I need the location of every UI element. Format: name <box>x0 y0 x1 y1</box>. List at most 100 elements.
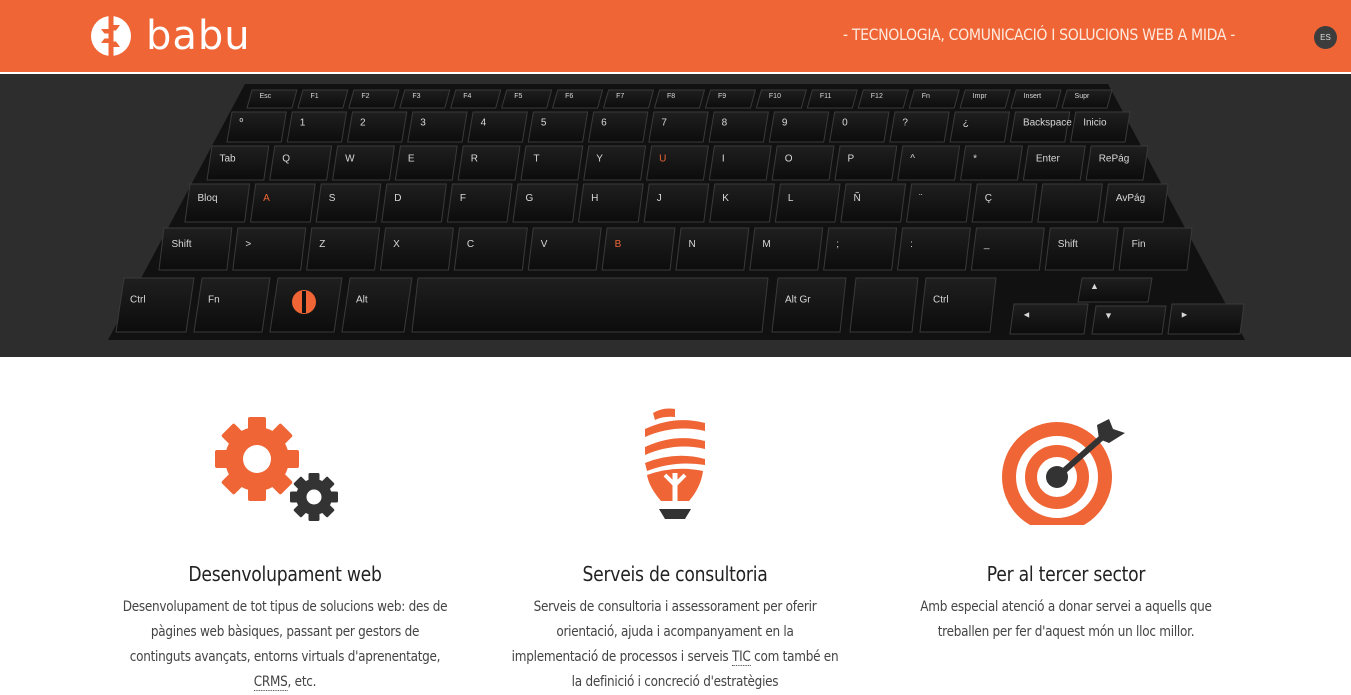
keyboard-key-label: Impr <box>973 93 988 100</box>
keyboard-key <box>269 145 333 181</box>
keyboard-key <box>467 111 528 143</box>
keyboard-key-label: 5 <box>541 118 547 129</box>
keyboard-key-label: F12 <box>871 93 883 100</box>
keyboard-key <box>960 145 1023 181</box>
keyboard-key-label: ¨ <box>919 193 922 204</box>
keyboard-key-label: Insert <box>1024 93 1042 100</box>
feature-title: Serveis de consultoria <box>582 562 768 586</box>
gears-icon <box>85 400 485 540</box>
keyboard-key <box>643 183 710 223</box>
keyboard-key <box>971 183 1038 223</box>
keyboard-key <box>768 111 830 143</box>
feature-consulting: Serveis de consultoria Serveis de consul… <box>475 400 875 695</box>
keyboard-key <box>297 89 349 109</box>
keyboard-key <box>315 183 382 223</box>
keyboard-key-label: ► <box>1180 310 1189 320</box>
keyboard-key <box>906 183 972 223</box>
keyboard-key-label: Alt <box>356 294 368 305</box>
keyboard-key <box>381 183 447 223</box>
feature-title: Per al tercer sector <box>986 562 1146 586</box>
keyboard-key <box>897 145 961 181</box>
keyboard-key <box>399 89 451 109</box>
keyboard-key-label: B <box>615 239 622 250</box>
keyboard-key-label: R <box>471 153 478 164</box>
keyboard-key-label: ▼ <box>1104 311 1113 321</box>
keyboard-key-label: L <box>788 193 794 204</box>
keyboard-key-label: Backspace <box>1023 118 1072 129</box>
keyboard-key-label: X <box>393 239 400 250</box>
site-header: babu - TECNOLOGIA, COMUNICACIÓ I SOLUCIO… <box>0 0 1351 72</box>
abbr-crms[interactable]: CRMS <box>253 674 288 691</box>
feature-description: Desenvolupament de tot tipus de solucion… <box>122 599 448 691</box>
keyboard-key <box>232 227 307 271</box>
keyboard-key <box>970 227 1045 271</box>
keyboard-key-label: F1 <box>310 93 318 100</box>
keyboard-key <box>306 227 381 271</box>
keyboard-key <box>286 111 348 143</box>
keyboard-key <box>897 227 971 271</box>
keyboard-key-label: 8 <box>722 118 728 129</box>
keyboard-key <box>919 277 997 333</box>
keyboard-key <box>708 145 772 181</box>
keyboard-key-label: F2 <box>361 93 369 100</box>
keyboard-key-label: ¿ <box>963 118 969 129</box>
keyboard-key <box>1037 183 1103 223</box>
keyboard-key <box>774 183 841 223</box>
logo-text: babu <box>146 13 251 59</box>
babu-logo-icon <box>91 15 131 57</box>
keyboard-key-label: 4 <box>481 118 487 129</box>
keyboard-key-label: Shift <box>172 239 192 250</box>
keyboard-key <box>908 89 960 109</box>
keyboard-key <box>840 183 907 223</box>
keyboard-key-label: F <box>460 193 466 204</box>
keyboard-key <box>889 111 950 143</box>
keyboard-key-label: ^ <box>910 153 915 164</box>
keyboard-key-label: Fn <box>208 294 220 305</box>
keyboard-key <box>512 183 579 223</box>
keyboard-key-label: º <box>240 118 244 129</box>
keyboard-key <box>457 145 521 181</box>
keyboard-key <box>551 89 604 109</box>
keyboard-key-label: * <box>973 153 977 164</box>
keyboard-key-label: AvPág <box>1116 193 1145 204</box>
keyboard-key-label: F8 <box>667 93 675 100</box>
keyboard-key <box>226 111 287 143</box>
keyboard-key <box>834 145 898 181</box>
keyboard-key <box>578 183 644 223</box>
keyboard-key <box>829 111 890 143</box>
keyboard-key-label: _ <box>983 239 990 250</box>
logo-link[interactable]: babu <box>90 14 251 58</box>
keyboard-key-label: E <box>408 153 415 164</box>
abbr-tic[interactable]: TIC <box>732 649 751 666</box>
keyboard-key-label: 0 <box>842 118 848 129</box>
keyboard-key <box>806 89 858 109</box>
keyboard-key <box>407 111 468 143</box>
lightbulb-icon <box>475 400 875 540</box>
feature-web-development: Desenvolupament web Desenvolupament de t… <box>85 400 485 695</box>
keyboard-key-label: Ctrl <box>130 294 146 305</box>
keyboard-key-label: ◄ <box>1022 310 1031 320</box>
keyboard-key-label: F6 <box>565 93 573 100</box>
keyboard-key-label: Alt Gr <box>785 294 811 305</box>
keyboard-key-label: ; <box>836 239 839 250</box>
keyboard-key-label: Shift <box>1058 239 1078 250</box>
keyboard-key-label: W <box>345 153 355 164</box>
keyboard-key-label: U <box>659 153 666 164</box>
keyboard-key <box>527 227 602 271</box>
keyboard-key <box>648 111 709 143</box>
keyboard-key <box>709 183 775 223</box>
language-switch-button[interactable]: ES <box>1314 26 1337 49</box>
keyboard-key <box>857 89 909 109</box>
keyboard-key-label: F7 <box>616 93 624 100</box>
keyboard-key <box>250 183 316 223</box>
keyboard-key <box>380 227 454 271</box>
keyboard-key-label: Supr <box>1075 93 1090 100</box>
keyboard-key-label: D <box>394 193 401 204</box>
keyboard-key <box>602 89 655 109</box>
keyboard-key-label: A <box>263 193 270 204</box>
keyboard-key <box>346 111 408 143</box>
keyboard-key-label: F4 <box>463 93 471 100</box>
keyboard-key <box>755 89 808 109</box>
keyboard-key-label: 3 <box>420 118 426 129</box>
keyboard-key <box>501 89 553 109</box>
